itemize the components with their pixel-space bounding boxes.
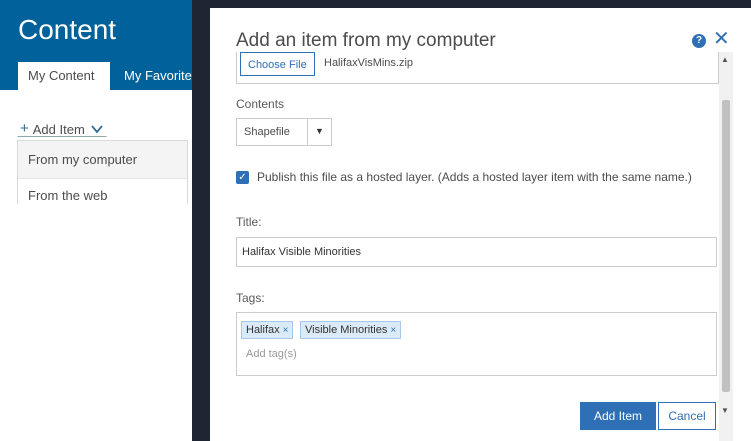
- content-header: Content My Content My Favorites: [0, 0, 192, 90]
- tab-my-content[interactable]: My Content: [18, 62, 110, 90]
- dialog-body: Choose File HalifaxVisMins.zip Contents …: [236, 52, 719, 441]
- add-item-dialog: Add an item from my computer ? ✕ Choose …: [210, 8, 751, 441]
- dialog-scrollbar[interactable]: ▲ ▼: [719, 52, 733, 441]
- menu-item-from-my-computer[interactable]: From my computer: [18, 141, 187, 179]
- menu-item-from-the-web[interactable]: From the web: [18, 179, 187, 204]
- publish-hosted-layer-label: Publish this file as a hosted layer. (Ad…: [257, 170, 692, 184]
- contents-select[interactable]: Shapefile ▼: [236, 118, 332, 146]
- scroll-up-icon[interactable]: ▲: [721, 55, 729, 64]
- remove-tag-icon[interactable]: ×: [283, 325, 289, 336]
- cancel-button[interactable]: Cancel: [658, 402, 716, 430]
- add-item-label: Add Item: [32, 121, 85, 137]
- help-icon[interactable]: ?: [692, 34, 706, 48]
- tags-label: Tags:: [236, 291, 265, 305]
- add-item-submit-button[interactable]: Add Item: [580, 402, 656, 430]
- plus-icon: +: [20, 120, 29, 137]
- dialog-title: Add an item from my computer: [236, 30, 496, 51]
- scrollbar-thumb[interactable]: [722, 100, 730, 392]
- tab-my-favorites[interactable]: My Favorites: [114, 62, 192, 90]
- tag-label: Visible Minorities: [305, 324, 388, 336]
- tag-chip: Halifax ×: [241, 321, 294, 339]
- title-label: Title:: [236, 215, 262, 229]
- selected-file-name: HalifaxVisMins.zip: [324, 57, 414, 69]
- file-picker: Choose File HalifaxVisMins.zip: [236, 52, 719, 84]
- add-item-menu: From my computer From the web: [17, 140, 188, 204]
- add-tags-placeholder[interactable]: Add tag(s): [246, 348, 297, 360]
- publish-hosted-layer-checkbox[interactable]: ✓: [236, 171, 249, 184]
- scroll-down-icon[interactable]: ▼: [721, 406, 729, 415]
- dropdown-arrow-icon: ▼: [315, 126, 324, 136]
- tags-input[interactable]: Halifax × Visible Minorities × Add tag(s): [236, 312, 717, 376]
- contents-label: Contents: [236, 97, 285, 111]
- select-divider: [307, 119, 308, 145]
- modal-backdrop-top: [192, 0, 751, 8]
- page-title: Content: [18, 14, 117, 45]
- contents-select-value: Shapefile: [244, 126, 290, 138]
- modal-backdrop: [192, 0, 210, 441]
- tag-label: Halifax: [246, 324, 280, 336]
- choose-file-button[interactable]: Choose File: [240, 52, 315, 76]
- remove-tag-icon[interactable]: ×: [390, 325, 396, 336]
- chevron-down-icon: [91, 125, 103, 134]
- tag-chip: Visible Minorities ×: [300, 321, 402, 339]
- close-icon[interactable]: ✕: [713, 28, 730, 50]
- add-item-button[interactable]: + Add Item: [17, 121, 107, 137]
- title-input[interactable]: Halifax Visible Minorities: [236, 237, 717, 267]
